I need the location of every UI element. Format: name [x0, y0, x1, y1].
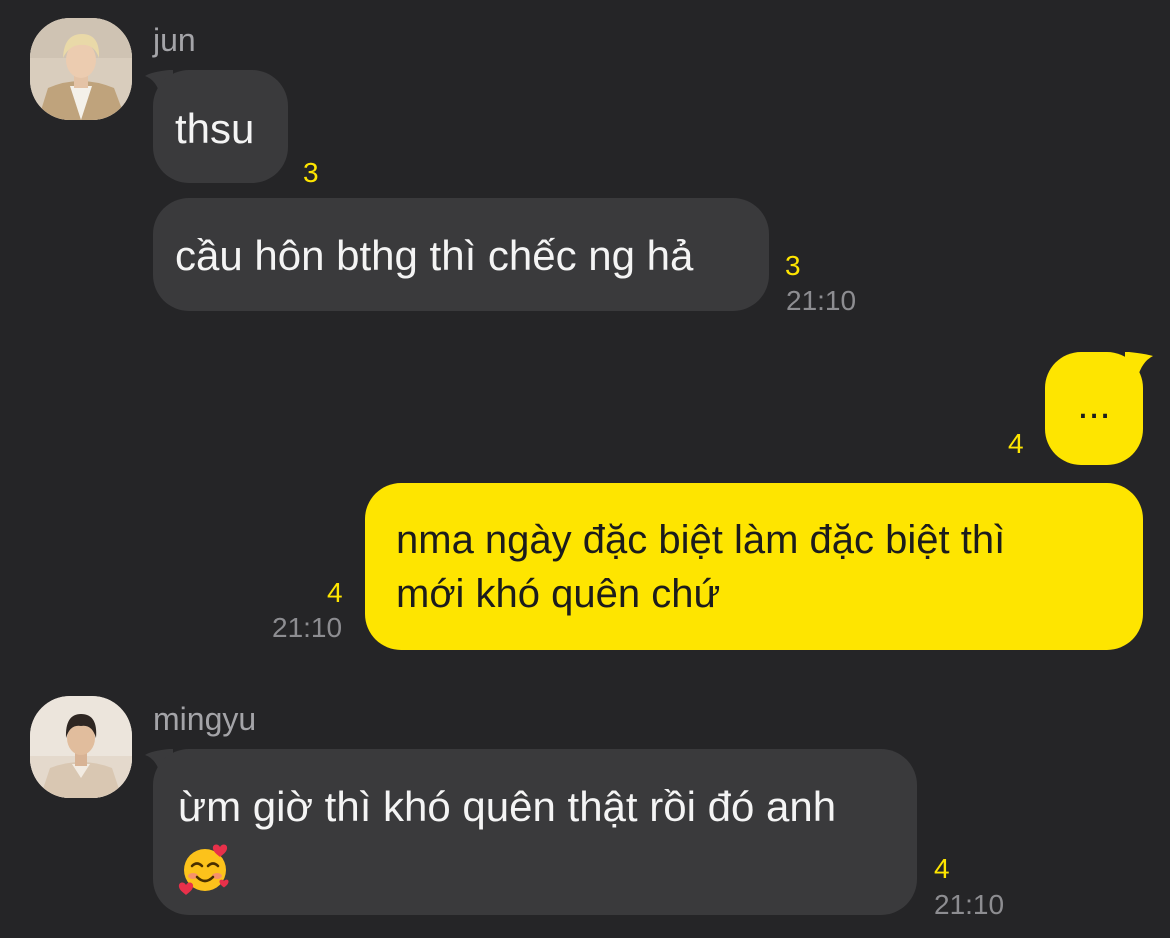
- smiling-face-with-hearts-icon: [178, 844, 229, 895]
- unread-count: 3: [303, 157, 319, 188]
- user-avatar-photo-icon: [30, 18, 132, 120]
- message-bubble[interactable]: ừm giờ thì khó quên thật rồi đó anh: [153, 749, 917, 915]
- user-avatar-photo-icon: [30, 696, 132, 798]
- avatar-mingyu[interactable]: [30, 696, 132, 798]
- message-bubble[interactable]: thsu: [153, 70, 288, 183]
- message-bubble-outgoing[interactable]: ...: [1045, 352, 1143, 465]
- message-timestamp: 21:10: [272, 612, 343, 643]
- message-timestamp: 21:10: [934, 889, 1005, 920]
- unread-count: 4: [327, 577, 343, 608]
- sender-name-jun: jun: [153, 22, 196, 58]
- message-bubble-outgoing[interactable]: nma ngày đặc biệt làm đặc biệt thì mới k…: [365, 483, 1143, 650]
- message-timestamp: 21:10: [786, 285, 857, 316]
- unread-count: 3: [785, 250, 801, 281]
- avatar-jun[interactable]: [30, 18, 132, 120]
- message-text: ừm giờ thì khó quên thật rồi đó anh: [178, 783, 837, 830]
- unread-count: 4: [1008, 428, 1024, 459]
- message-text: cầu hôn bthg thì chếc ng hả: [175, 232, 694, 279]
- message-text: ...: [1077, 383, 1111, 427]
- message-text-line: nma ngày đặc biệt làm đặc biệt thì: [396, 518, 1006, 562]
- message-bubble[interactable]: cầu hôn bthg thì chếc ng hả: [153, 198, 769, 311]
- sender-name-mingyu: mingyu: [153, 701, 257, 737]
- message-text-line: mới khó quên chứ: [396, 572, 721, 616]
- unread-count: 4: [934, 853, 950, 884]
- message-text: thsu: [175, 105, 255, 152]
